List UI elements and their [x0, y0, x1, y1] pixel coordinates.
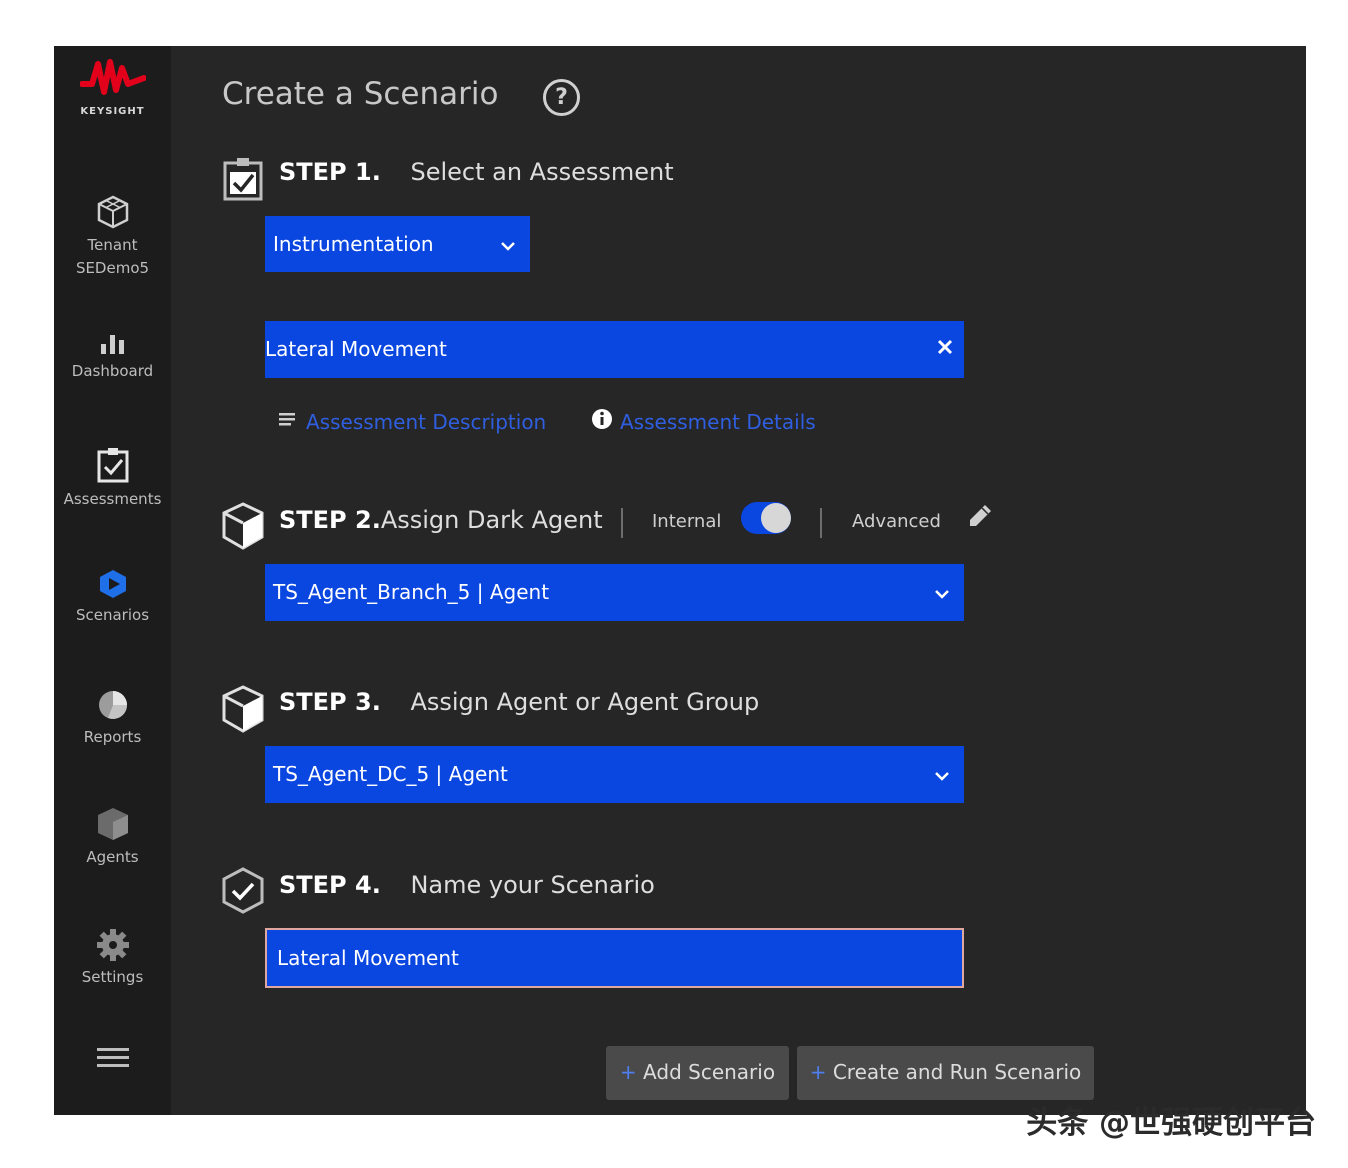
hamburger-menu-button[interactable] [54, 1046, 171, 1074]
close-icon [937, 339, 953, 355]
scenario-name-input[interactable]: Lateral Movement [265, 928, 964, 988]
scenario-name-value: Lateral Movement [277, 946, 459, 970]
sidebar-item-reports[interactable]: Reports [54, 688, 171, 749]
plus-icon: + [619, 1060, 637, 1084]
toggle-knob [761, 503, 791, 533]
step2-heading: STEP 2.Assign Dark Agent [279, 506, 603, 534]
chevron-down-icon [934, 746, 950, 802]
sidebar-item-label: Settings [81, 968, 144, 986]
help-icon[interactable]: ? [543, 79, 580, 116]
divider [820, 508, 822, 538]
step1-description: Select an Assessment [410, 158, 674, 186]
cube-outline-icon [222, 502, 264, 550]
step2-description: Assign Dark Agent [380, 506, 603, 534]
list-icon [279, 413, 295, 426]
chevron-down-icon [934, 564, 950, 620]
info-icon [592, 409, 612, 429]
sidebar-item-tenant[interactable]: Tenant SEDemo5 [54, 194, 171, 280]
sidebar-item-label: Scenarios [75, 606, 150, 624]
sidebar-item-agents[interactable]: Agents [54, 806, 171, 869]
step1-number: STEP 1. [279, 158, 381, 186]
pie-chart-icon [98, 691, 127, 719]
add-scenario-button[interactable]: + Add Scenario [606, 1046, 789, 1100]
clipboard-check-icon [223, 158, 263, 201]
step3-description: Assign Agent or Agent Group [410, 688, 760, 716]
sidebar-item-label: Reports [83, 728, 142, 746]
page-title: Create a Scenario [222, 76, 499, 112]
assessment-value: Lateral Movement [265, 337, 447, 361]
assessment-select[interactable]: Lateral Movement [265, 321, 964, 378]
sidebar: KEYSIGHT Tenant SEDemo5 Dashboard Assess… [54, 46, 171, 1115]
chevron-down-icon [500, 216, 516, 272]
plus-icon: + [809, 1060, 827, 1084]
keysight-wave-icon [78, 59, 147, 95]
dark-agent-select[interactable]: TS_Agent_Branch_5 | Agent [265, 564, 964, 621]
step2-number: STEP 2. [279, 506, 381, 534]
step4-description: Name your Scenario [410, 871, 655, 899]
sidebar-item-dashboard[interactable]: Dashboard [54, 332, 171, 383]
watermark-text: 头条 @世强硬创平台 [1026, 1105, 1316, 1141]
step3-number: STEP 3. [279, 688, 381, 716]
assessment-description-link[interactable]: Assessment Description [306, 410, 546, 434]
assessment-category-value: Instrumentation [273, 232, 434, 256]
clipboard-check-icon [97, 448, 128, 483]
divider [621, 508, 623, 538]
bar-chart-icon [100, 335, 124, 354]
cube-icon [97, 195, 128, 229]
app-window: KEYSIGHT Tenant SEDemo5 Dashboard Assess… [54, 46, 1306, 1115]
internal-toggle[interactable] [741, 502, 791, 534]
sidebar-item-settings[interactable]: Settings [54, 928, 171, 989]
step3-heading: STEP 3. Assign Agent or Agent Group [279, 688, 759, 716]
hamburger-icon [96, 1048, 129, 1067]
hexagon-check-icon [222, 867, 264, 914]
sidebar-item-label: Dashboard [71, 362, 154, 380]
sidebar-item-scenarios[interactable]: Scenarios [54, 568, 171, 627]
agent-group-select[interactable]: TS_Agent_DC_5 | Agent [265, 746, 964, 803]
pencil-icon[interactable] [967, 503, 993, 529]
add-scenario-label: Add Scenario [643, 1060, 776, 1084]
sidebar-item-label: Assessments [63, 490, 162, 508]
sidebar-item-label: Tenant SEDemo5 [75, 236, 150, 277]
advanced-label: Advanced [852, 511, 941, 532]
sidebar-item-label: Agents [86, 848, 139, 866]
step4-heading: STEP 4. Name your Scenario [279, 871, 655, 899]
sidebar-item-assessments[interactable]: Assessments [54, 446, 171, 511]
gear-icon [96, 929, 129, 961]
play-hexagon-icon [99, 570, 126, 598]
brand-name: KEYSIGHT [80, 106, 145, 117]
assessment-category-select[interactable]: Instrumentation [265, 216, 530, 272]
create-run-label: Create and Run Scenario [832, 1060, 1082, 1084]
cube-outline-icon [222, 685, 264, 733]
agent-group-value: TS_Agent_DC_5 | Agent [273, 762, 508, 786]
internal-toggle-label: Internal [652, 511, 722, 532]
step1-heading: STEP 1. Select an Assessment [279, 158, 674, 186]
assessment-details-link[interactable]: Assessment Details [620, 410, 816, 434]
create-run-scenario-button[interactable]: + Create and Run Scenario [797, 1046, 1094, 1100]
step4-number: STEP 4. [279, 871, 381, 899]
keysight-logo: KEYSIGHT [54, 54, 171, 117]
clear-selection-button[interactable] [936, 321, 954, 377]
dark-agent-value: TS_Agent_Branch_5 | Agent [273, 580, 550, 604]
box-icon [97, 808, 128, 840]
